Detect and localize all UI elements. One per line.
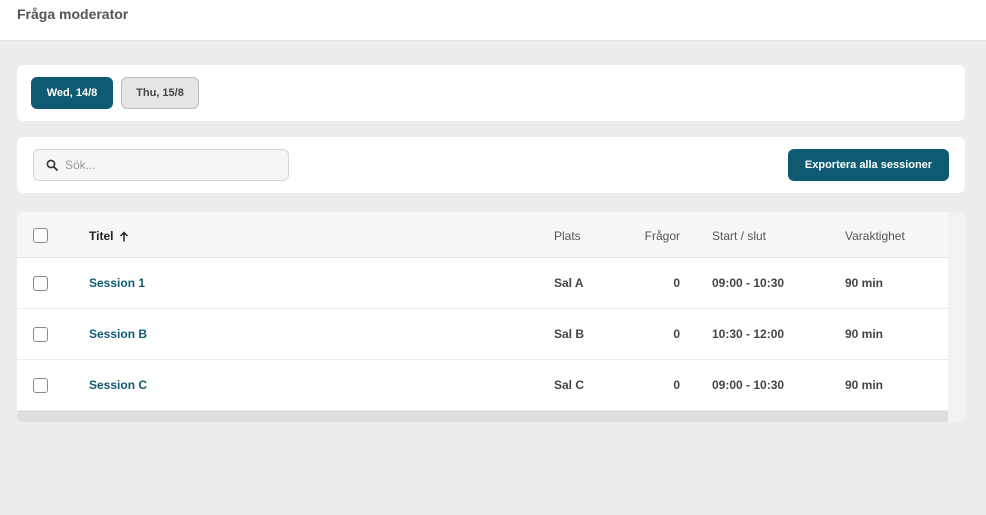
top-bar: Fråga moderator	[0, 0, 986, 41]
table-row[interactable]: Session 1 Sal A 0 09:00 - 10:30 90 min	[17, 258, 948, 309]
session-place: Sal C	[554, 378, 585, 392]
session-duration: 90 min	[845, 276, 884, 290]
page-title: Fråga moderator	[17, 6, 129, 22]
sessions-table: Titel Plats Frågor Start / slut Varaktig…	[17, 212, 965, 422]
session-place: Sal A	[554, 276, 584, 290]
session-title-link[interactable]: Session 1	[89, 276, 145, 290]
search-icon	[46, 159, 58, 171]
search-input[interactable]	[65, 150, 285, 180]
table-header: Titel Plats Frågor Start / slut Varaktig…	[17, 212, 948, 258]
sort-ascending-icon	[120, 230, 129, 241]
column-header-title-label: Titel	[89, 229, 114, 243]
column-header-time[interactable]: Start / slut	[712, 229, 766, 243]
table-row[interactable]: Session C Sal C 0 09:00 - 10:30 90 min	[17, 360, 948, 411]
session-time: 09:00 - 10:30	[712, 276, 785, 290]
session-place: Sal B	[554, 327, 585, 341]
date-selector: Wed, 14/8 Thu, 15/8	[17, 65, 965, 121]
date-tab-thu[interactable]: Thu, 15/8	[121, 77, 199, 109]
session-title-link[interactable]: Session C	[89, 378, 147, 392]
column-header-duration[interactable]: Varaktighet	[845, 229, 905, 243]
session-duration: 90 min	[845, 327, 884, 341]
select-all-checkbox[interactable]	[33, 228, 48, 243]
row-checkbox[interactable]	[33, 378, 48, 393]
session-time: 09:00 - 10:30	[712, 378, 785, 392]
search-box[interactable]	[33, 149, 289, 181]
session-questions: 0	[673, 276, 680, 290]
date-tab-wed[interactable]: Wed, 14/8	[31, 77, 113, 109]
column-header-title[interactable]: Titel	[89, 229, 129, 243]
column-header-questions[interactable]: Frågor	[620, 229, 680, 243]
session-title-link[interactable]: Session B	[89, 327, 147, 341]
session-questions: 0	[673, 378, 680, 392]
session-questions: 0	[673, 327, 680, 341]
row-checkbox[interactable]	[33, 327, 48, 342]
horizontal-scrollbar[interactable]	[17, 411, 948, 422]
row-checkbox[interactable]	[33, 276, 48, 291]
export-all-button[interactable]: Exportera alla sessioner	[788, 149, 949, 181]
vertical-scrollbar[interactable]	[948, 212, 965, 422]
toolbar: Exportera alla sessioner	[17, 137, 965, 193]
session-time: 10:30 - 12:00	[712, 327, 785, 341]
column-header-place[interactable]: Plats	[554, 229, 581, 243]
table-row[interactable]: Session B Sal B 0 10:30 - 12:00 90 min	[17, 309, 948, 360]
session-duration: 90 min	[845, 378, 884, 392]
